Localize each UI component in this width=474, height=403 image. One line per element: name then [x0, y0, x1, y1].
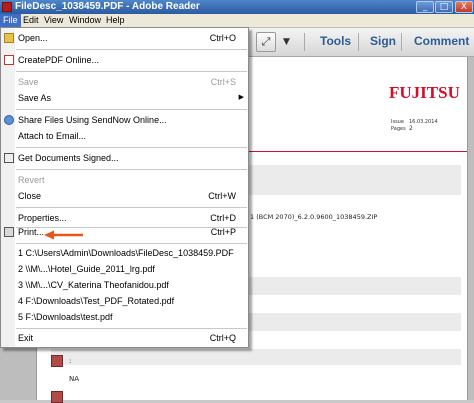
toolbar-separator: [358, 33, 359, 51]
file-name-text: 1 (BCM 2070)_6.2.0.9600_1038459.ZIP: [250, 213, 378, 221]
share-icon: [4, 115, 14, 125]
adobe-reader-icon[interactable]: [2, 2, 12, 12]
toolbar-separator: [304, 33, 305, 51]
expand-icon: ⤢: [261, 35, 271, 48]
tools-link[interactable]: Tools: [320, 34, 351, 48]
menu-file[interactable]: File: [0, 14, 21, 27]
title-bar: FileDesc_1038459.PDF - Adobe Reader _ □ …: [0, 0, 474, 14]
menu-item-createpdf[interactable]: CreatePDF Online...: [2, 52, 248, 68]
menu-separator: [16, 207, 247, 208]
sign-icon: [4, 153, 14, 163]
window-title: FileDesc_1038459.PDF - Adobe Reader: [15, 1, 200, 12]
attachment-icon: [51, 391, 63, 403]
menu-item-attach-email[interactable]: Attach to Email...: [2, 128, 248, 144]
menu-separator: [16, 71, 247, 72]
menu-item-open[interactable]: Open... Ctrl+O: [2, 30, 248, 46]
menu-item-revert[interactable]: Revert: [2, 172, 248, 188]
menu-item-get-signed[interactable]: Get Documents Signed...: [2, 150, 248, 166]
menu-item-recent-3[interactable]: 3 \\M\...\CV_Katerina Theofanidou.pdf: [2, 277, 248, 293]
menu-separator: [16, 328, 247, 329]
menu-item-recent-2[interactable]: 2 \\M\...\Hotel_Guide_2011_lrg.pdf: [2, 261, 248, 277]
comment-link[interactable]: Comment: [414, 34, 469, 48]
field-colon: :: [69, 357, 72, 365]
folder-icon: [4, 33, 14, 43]
printer-icon: [4, 227, 14, 237]
menu-item-close[interactable]: Close Ctrl+W: [2, 188, 248, 204]
attachment-icon: [51, 355, 63, 367]
menu-separator: [16, 147, 247, 148]
minimize-button[interactable]: _: [416, 1, 434, 13]
menu-item-recent-1[interactable]: 1 C:\Users\Admin\Downloads\FileDesc_1038…: [2, 245, 248, 261]
menu-edit[interactable]: Edit: [23, 14, 39, 27]
content-band: [51, 349, 461, 365]
menu-separator: [16, 243, 247, 244]
menu-item-share-files[interactable]: Share Files Using SendNow Online...: [2, 112, 248, 128]
menu-separator: [16, 49, 247, 50]
pages-label: Pages: [391, 126, 406, 132]
menu-view[interactable]: View: [44, 14, 63, 27]
menu-separator: [16, 169, 247, 170]
menu-bar: File Edit View Window Help: [0, 14, 474, 28]
menu-item-exit[interactable]: Exit Ctrl+Q: [2, 330, 248, 346]
menu-item-recent-5[interactable]: 5 F:\Downloads\test.pdf: [2, 309, 248, 325]
menu-item-print[interactable]: Print... Ctrl+P: [2, 224, 248, 240]
menu-item-save[interactable]: Save Ctrl+S: [2, 74, 248, 90]
close-button[interactable]: X: [455, 1, 473, 13]
sign-link[interactable]: Sign: [370, 34, 396, 48]
fit-dropdown-icon[interactable]: ▼: [283, 37, 290, 47]
maximize-button[interactable]: □: [435, 1, 453, 13]
toolbar-separator: [401, 33, 402, 51]
fujitsu-logo: FUJITSU: [389, 83, 460, 102]
menu-window[interactable]: Window: [69, 14, 101, 27]
file-menu: Open... Ctrl+O CreatePDF Online... Save …: [0, 27, 249, 348]
menu-separator: [16, 109, 247, 110]
menu-item-save-as[interactable]: Save As ▶: [2, 90, 248, 106]
pages-value: 2: [409, 125, 413, 132]
submenu-arrow-icon: ▶: [238, 94, 244, 101]
issue-label: Issue: [391, 119, 404, 125]
menu-item-recent-4[interactable]: 4 F:\Downloads\Test_PDF_Rotated.pdf: [2, 293, 248, 309]
fit-page-button[interactable]: ⤢: [256, 32, 276, 52]
annotation-arrow-icon: [44, 230, 83, 240]
issue-value: 16.03.2014: [409, 119, 438, 125]
menu-help[interactable]: Help: [106, 14, 125, 27]
createpdf-icon: [4, 55, 14, 65]
field-value-na: NA: [69, 375, 80, 383]
